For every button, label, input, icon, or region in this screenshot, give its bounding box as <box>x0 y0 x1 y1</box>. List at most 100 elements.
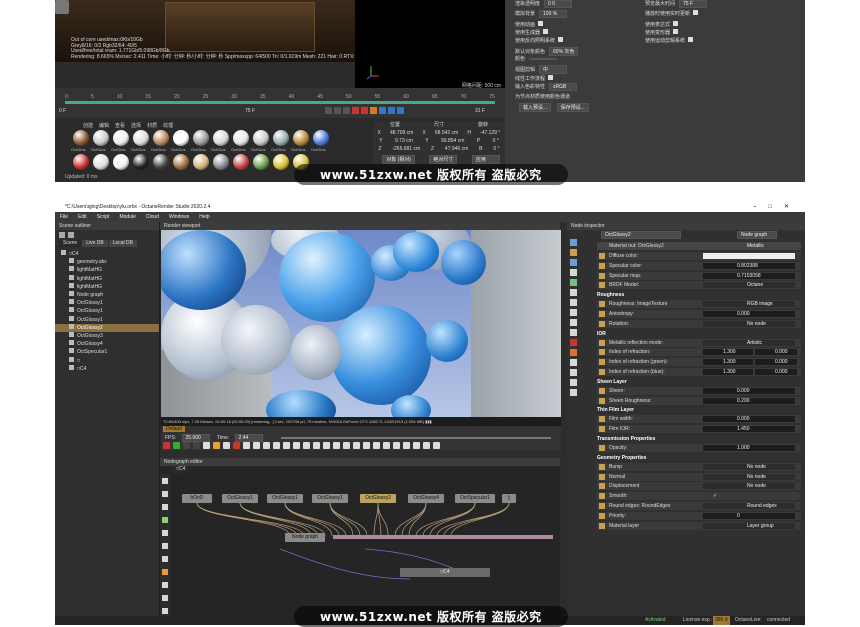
graph-node[interactable]: OctGlossy1 <box>222 494 258 503</box>
material-swatch[interactable] <box>153 154 169 170</box>
node-type-icon[interactable] <box>570 289 577 296</box>
connect-icon[interactable] <box>599 463 605 470</box>
material-menu-item[interactable]: 选择 <box>131 122 141 129</box>
viewport-tool-icon[interactable] <box>413 442 420 449</box>
tree-item[interactable]: geometry.abc <box>55 258 159 266</box>
time-field[interactable]: 2.44 <box>234 434 263 442</box>
inspector-mode-select[interactable]: Node graph <box>737 231 777 239</box>
inspector-section-header[interactable]: IOR <box>597 331 801 337</box>
maximize-icon[interactable]: □ <box>768 204 784 210</box>
material-swatch[interactable] <box>93 130 109 146</box>
connect-icon[interactable] <box>599 483 605 490</box>
render-target-node[interactable]: □C4 <box>400 568 490 577</box>
inspector-target-field[interactable]: OctGlossy2 <box>601 231 681 239</box>
inspector-section-header[interactable]: Sheen Layer <box>597 379 801 385</box>
connect-icon[interactable] <box>599 282 605 289</box>
viewport-tool-icon[interactable] <box>423 442 430 449</box>
viewport-tool-icon[interactable] <box>323 442 330 449</box>
prop-row[interactable]: 输入色彩特性 sRGB <box>515 83 578 91</box>
inspector-row[interactable]: Specular map: 0.7103058 <box>597 271 801 280</box>
prop-row[interactable]: 使用生成器 <box>515 29 549 36</box>
inspector-row[interactable]: Priority: 0 <box>597 511 801 520</box>
checkbox[interactable] <box>543 29 549 34</box>
inspector-section-header[interactable]: Roughness <box>597 292 801 298</box>
perspective-viewport[interactable]: 网格间距: 500 cm <box>355 0 505 89</box>
tree-item[interactable]: □C4 <box>55 364 159 373</box>
pause-icon[interactable] <box>193 442 200 449</box>
tree-item[interactable]: OctSpecular1 <box>55 348 159 356</box>
material-swatch[interactable] <box>233 130 249 146</box>
tree-item[interactable]: □ <box>55 356 159 365</box>
record-icon[interactable] <box>163 442 170 449</box>
node-type-icon[interactable] <box>570 389 577 396</box>
frame-current-field[interactable]: 75 F <box>245 108 255 114</box>
connect-icon[interactable] <box>599 397 605 404</box>
apply-button[interactable]: 应用 <box>471 155 500 164</box>
nodegraph-tab[interactable]: □C4 <box>172 466 190 473</box>
graph-node[interactable]: OctGlossy1 <box>267 494 303 503</box>
viewport-tool-icon[interactable] <box>283 442 290 449</box>
material-swatch[interactable] <box>313 130 329 146</box>
expand-icon[interactable] <box>59 232 65 238</box>
nodegraph-tool-icon[interactable] <box>162 504 168 510</box>
prop-row[interactable]: 使用动画 <box>515 21 544 28</box>
tree-item[interactable]: Node graph <box>55 291 159 299</box>
timeline[interactable]: 0 5 10 15 20 25 30 35 40 45 50 55 60 65 70 75 0 F 75 F … <box>55 88 505 118</box>
graph-node[interactable]: OctGlossy4 <box>408 494 444 503</box>
save-preset-button[interactable]: 保存预设... <box>556 103 589 112</box>
inspector-row[interactable]: Bump No node <box>597 462 801 471</box>
inspector-row[interactable]: Diffuse color: <box>597 252 801 260</box>
nodegraph-tool-icon[interactable] <box>162 491 168 497</box>
tree-item[interactable]: OctGlossy3 <box>55 332 159 340</box>
node-type-icon[interactable] <box>570 359 577 366</box>
fps-field[interactable]: 25.000 <box>181 434 210 442</box>
connect-icon[interactable] <box>599 301 605 308</box>
material-swatch[interactable] <box>253 130 269 146</box>
connect-icon[interactable] <box>599 522 605 529</box>
viewport-tool-icon[interactable] <box>373 442 380 449</box>
prop-row[interactable]: 使用表达式 <box>645 21 679 28</box>
node-type-icon[interactable] <box>570 269 577 276</box>
graph-node[interactable]: ▯ <box>502 494 516 503</box>
material-swatch[interactable] <box>113 130 129 146</box>
material-menu-item[interactable]: 材质 <box>147 122 157 129</box>
tree-item[interactable]: OctGlossy1 <box>55 299 159 307</box>
viewport-tool-icon[interactable] <box>303 442 310 449</box>
keyframe-button[interactable] <box>370 107 377 114</box>
nodegraph-tool-icon[interactable] <box>162 543 168 549</box>
connect-icon[interactable] <box>599 387 605 394</box>
node-type-icon[interactable] <box>570 369 577 376</box>
coord-field[interactable]: 99.854 cm <box>441 137 464 145</box>
play-button[interactable] <box>343 107 350 114</box>
first-frame-button[interactable] <box>325 107 332 114</box>
material-swatch[interactable] <box>213 130 229 146</box>
material-swatch[interactable] <box>153 130 169 146</box>
inspector-section-header[interactable]: Transmission Properties <box>597 436 801 442</box>
node-type-icon[interactable] <box>570 329 577 336</box>
material-menu-item[interactable]: 纹理 <box>163 122 173 129</box>
menu-help[interactable]: Help <box>194 214 214 220</box>
render-icon[interactable] <box>173 442 180 449</box>
coord-field[interactable]: 48.709 cm <box>390 129 413 137</box>
connect-icon[interactable] <box>599 369 605 375</box>
inspector-row[interactable]: Rotation: No node <box>597 319 801 328</box>
tree-item[interactable]: □C4 <box>55 250 159 258</box>
node-type-icon[interactable] <box>570 259 577 266</box>
viewport-tool-icon[interactable] <box>243 442 250 449</box>
material-swatch[interactable] <box>133 130 149 146</box>
viewport-tool-icon[interactable] <box>433 442 440 449</box>
inspector-row[interactable]: Round edges: RoundEdges Round edges <box>597 502 801 510</box>
inspector-row[interactable]: Index of refraction (green): 1.300 0.000 <box>597 358 801 367</box>
inspector-row[interactable]: Specular color: 0.802388 <box>597 261 801 270</box>
coord-field[interactable]: -265.681 cm <box>392 145 420 153</box>
viewport-tool-icon[interactable] <box>383 442 390 449</box>
material-swatch[interactable] <box>213 154 229 170</box>
tree-item[interactable]: lightMatHG <box>55 282 159 291</box>
color-bar[interactable] <box>703 253 795 259</box>
graph-node[interactable]: hOnD <box>182 494 212 503</box>
viewport-tool-icon[interactable] <box>293 442 300 449</box>
inspector-row[interactable]: Film IOR: 1.450 <box>597 425 801 434</box>
connect-icon[interactable] <box>599 272 605 279</box>
inspector-row[interactable]: Normal No node <box>597 472 801 481</box>
stop-icon[interactable] <box>183 442 190 449</box>
